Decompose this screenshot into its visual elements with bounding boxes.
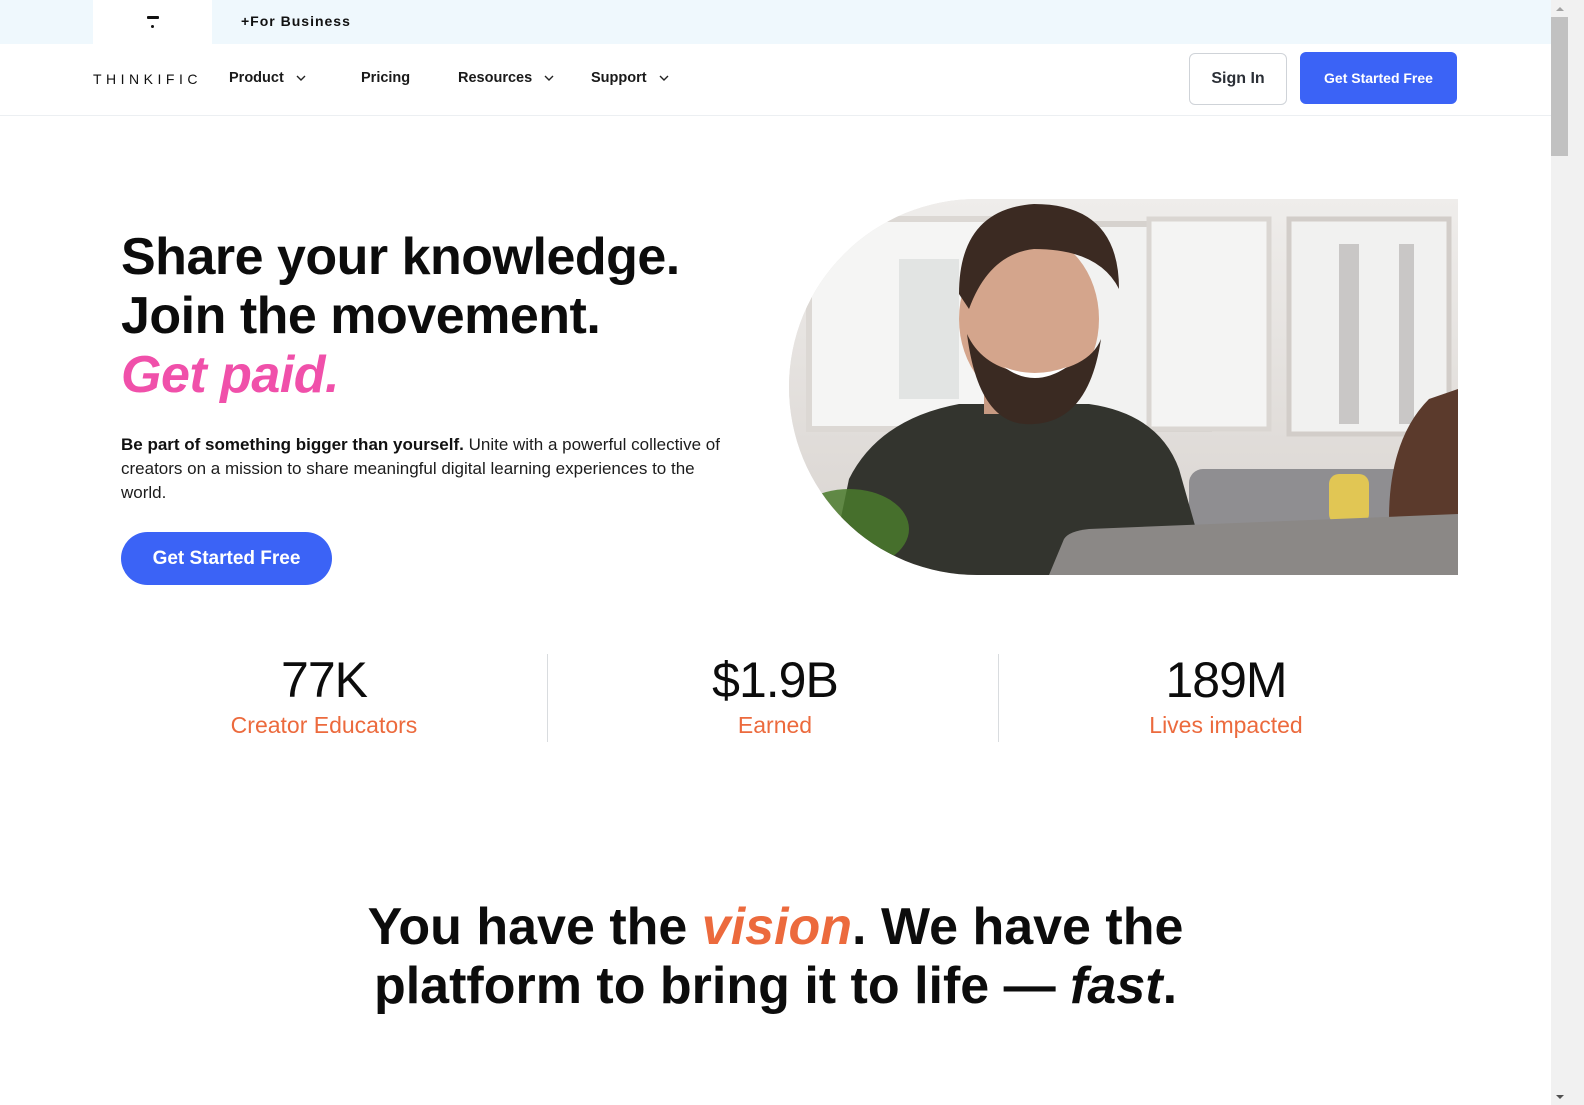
for-business-link[interactable]: +For Business: [241, 13, 351, 29]
nav-item-label: Resources: [458, 70, 533, 86]
sign-in-button[interactable]: Sign In: [1189, 53, 1287, 105]
stat-earned: $1.9B Earned: [600, 650, 950, 739]
chevron-down-icon: [544, 75, 554, 81]
stat-divider: [547, 654, 548, 742]
thinkific-t-mark-icon: [146, 15, 160, 29]
nav-item-pricing[interactable]: Pricing: [361, 70, 410, 86]
scrollbar-thumb[interactable]: [1551, 17, 1568, 156]
tagline-part-2: . We have the: [852, 898, 1184, 956]
chevron-down-icon: [659, 75, 669, 81]
get-started-hero-button[interactable]: Get Started Free: [121, 532, 332, 585]
hero-title-line-1: Share your knowledge.: [121, 228, 680, 286]
hero-image: [789, 199, 1458, 575]
page-scrollbar[interactable]: [1551, 0, 1584, 1105]
hero-title-highlight: Get paid.: [121, 346, 339, 404]
tagline-part-3: platform to bring it to life —: [373, 957, 1071, 1015]
stat-creator-educators: 77K Creator Educators: [149, 650, 499, 739]
hero-description-bold: Be part of something bigger than yoursel…: [121, 435, 464, 454]
tagline-highlight-vision: vision: [701, 898, 853, 956]
tagline-part-1: You have the: [367, 898, 702, 956]
main-nav: THINKIFIC Product Pricing Resources Supp…: [0, 44, 1551, 116]
stat-value: $1.9B: [712, 652, 839, 708]
thinkific-logo[interactable]: THINKIFIC: [93, 71, 202, 87]
hero-photo-illustration: [789, 199, 1458, 575]
tagline-part-4: .: [1162, 957, 1178, 1015]
top-bar: +For Business: [0, 0, 1551, 44]
hero-title-line-2: Join the movement.: [121, 287, 601, 345]
stat-label: Creator Educators: [230, 712, 418, 738]
stat-lives-impacted: 189M Lives impacted: [1051, 650, 1401, 739]
hero-description: Be part of something bigger than yoursel…: [121, 433, 731, 505]
scroll-up-arrow-icon[interactable]: [1551, 0, 1584, 17]
tagline-emphasis-fast: fast: [1070, 957, 1163, 1015]
hero-title: Share your knowledge. Join the movement.…: [121, 228, 680, 405]
thinkific-home-tab[interactable]: [93, 0, 212, 44]
nav-item-label: Support: [591, 70, 647, 86]
stat-value: 189M: [1165, 652, 1287, 708]
nav-item-product[interactable]: Product: [229, 70, 306, 86]
scroll-down-arrow-icon[interactable]: [1551, 1088, 1584, 1105]
get-started-nav-button[interactable]: Get Started Free: [1300, 52, 1457, 104]
stat-value: 77K: [281, 652, 368, 708]
nav-item-label: Pricing: [361, 70, 411, 86]
nav-item-resources[interactable]: Resources: [458, 70, 554, 86]
chevron-down-icon: [296, 75, 306, 81]
stat-label: Lives impacted: [1149, 712, 1303, 738]
stat-label: Earned: [737, 712, 813, 738]
nav-item-label: Product: [229, 70, 284, 86]
section-tagline: You have the vision. We have the platfor…: [0, 898, 1551, 1016]
stat-divider: [998, 654, 999, 742]
nav-item-support[interactable]: Support: [591, 70, 669, 86]
